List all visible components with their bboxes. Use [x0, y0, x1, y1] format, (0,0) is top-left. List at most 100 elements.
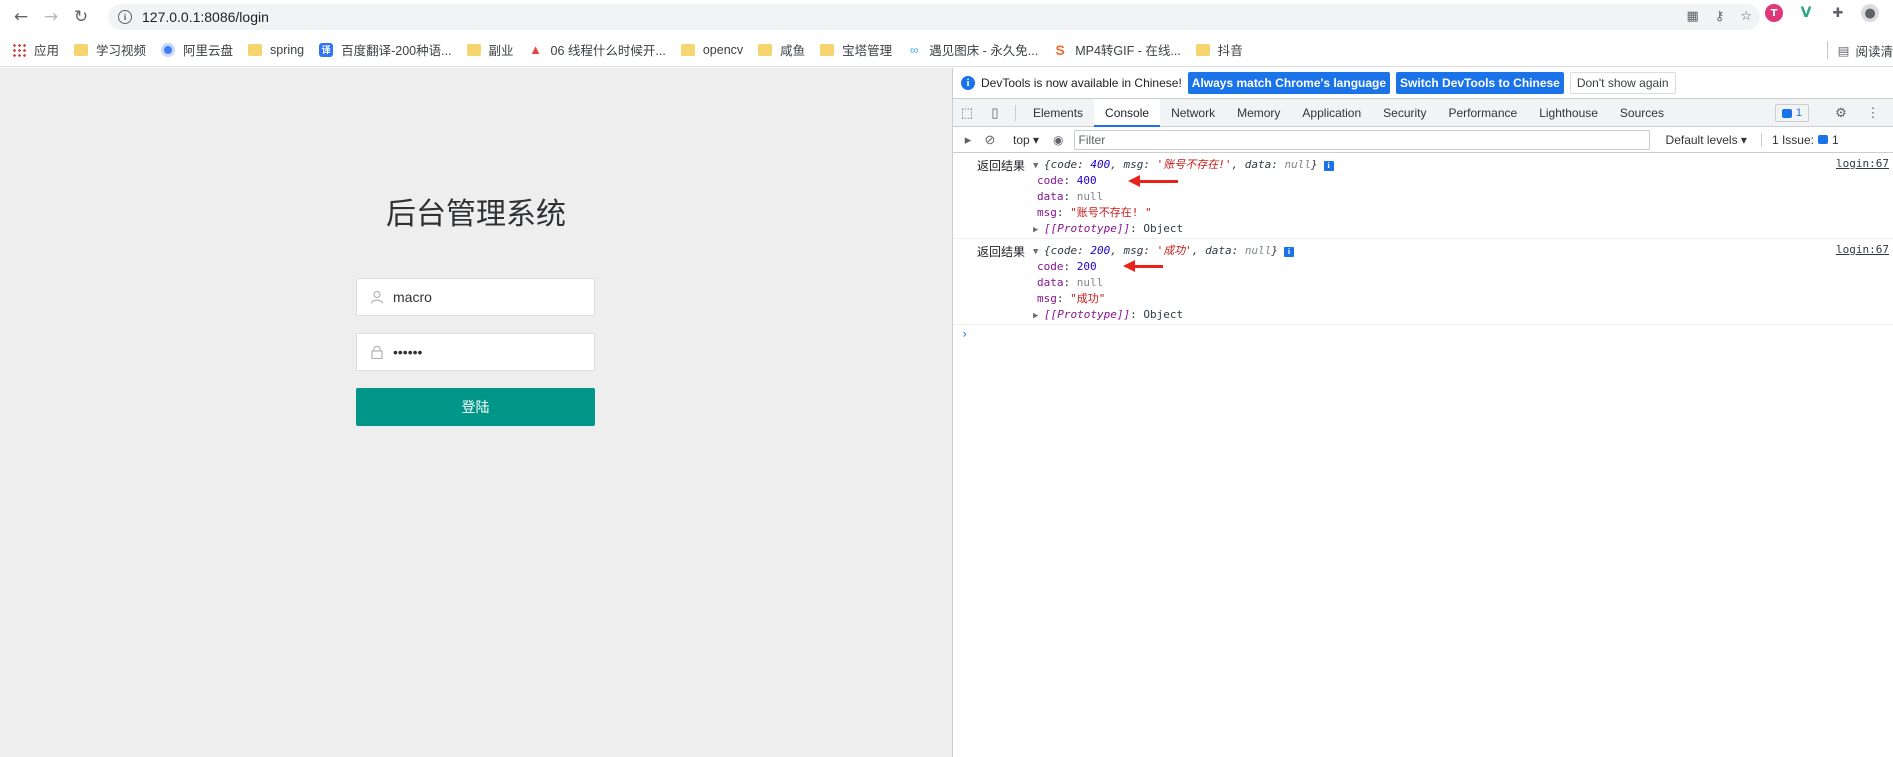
filter-input[interactable]: Filter	[1073, 129, 1650, 150]
bookmark-xianyu[interactable]: 咸鱼	[758, 40, 805, 59]
collapse-triangle-icon[interactable]: ▶	[1033, 222, 1044, 238]
bookmark-baota[interactable]: 宝塔管理	[820, 40, 892, 59]
devtools-panel: i DevTools is now available in Chinese! …	[952, 68, 1893, 757]
eye-icon[interactable]: ◉	[1053, 133, 1063, 147]
levels-dropdown[interactable]: Default levels ▾	[1660, 133, 1753, 147]
devtools-infobar: i DevTools is now available in Chinese! …	[953, 68, 1893, 99]
user-icon	[370, 290, 384, 304]
match-language-button[interactable]: Always match Chrome's language	[1187, 72, 1391, 94]
reading-list[interactable]: ▤ 阅读清	[1816, 33, 1893, 66]
login-button[interactable]: 登陆	[356, 388, 595, 426]
object-summary[interactable]: ▼ {code: 200, msg: '成功', data: null} i	[953, 243, 1893, 259]
bookmark-study-videos[interactable]: 学习视频	[74, 40, 146, 59]
url-text[interactable]: 127.0.0.1:8086/login	[142, 9, 269, 25]
star-icon[interactable]: ☆	[1740, 9, 1752, 24]
bookmark-douyin[interactable]: 抖音	[1195, 40, 1243, 59]
log-label: 返回结果	[977, 159, 1026, 173]
folder-icon	[758, 43, 773, 56]
folder-icon	[680, 43, 695, 56]
sidebar-toggle-icon[interactable]: ▸	[957, 126, 979, 154]
console-prompt[interactable]: ›	[953, 325, 1893, 343]
bookmark-mp4-gif[interactable]: S MP4转GIF - 在线...	[1053, 40, 1181, 59]
prop-data: data: null	[1037, 276, 1104, 289]
clear-console-icon[interactable]: ⊘	[979, 126, 1001, 154]
source-link[interactable]: login:67	[1836, 243, 1889, 256]
tab-sources[interactable]: Sources	[1609, 99, 1675, 127]
site-info-icon[interactable]: i	[118, 10, 132, 24]
bookmark-thread[interactable]: ▲ 06 线程什么时候开...	[529, 40, 666, 59]
console-output: 返回结果 login:67 ▼ {code: 400, msg: '账号不存在!'…	[953, 153, 1893, 343]
key-icon[interactable]: ⚷	[1715, 9, 1725, 24]
tab-console[interactable]: Console	[1094, 98, 1161, 127]
login-page: 后台管理系统 登陆	[0, 68, 952, 757]
info-icon: i	[961, 76, 975, 90]
aliyun-icon	[161, 42, 176, 57]
username-input[interactable]	[393, 289, 583, 305]
tab-application[interactable]: Application	[1291, 99, 1372, 127]
tab-network[interactable]: Network	[1160, 99, 1226, 127]
password-field[interactable]	[356, 333, 595, 371]
bookmark-aliyun[interactable]: 阿里云盘	[161, 40, 233, 59]
prop-prototype[interactable]: ▶ [[Prototype]]: Object	[953, 307, 1893, 323]
prop-code: code: 200	[1037, 260, 1097, 273]
more-options-icon[interactable]: ⋮	[1859, 99, 1887, 127]
dont-show-button[interactable]: Don't show again	[1569, 72, 1676, 94]
tabbar-actions: 1 ⚙ ⋮	[1774, 99, 1893, 127]
tab-lighthouse[interactable]: Lighthouse	[1528, 99, 1609, 127]
folder-icon	[820, 43, 835, 56]
page-title: 后台管理系统	[386, 197, 566, 232]
expand-triangle-icon[interactable]: ▼	[1033, 158, 1044, 174]
omnibox-actions: ▦ ⚷ ☆	[1687, 9, 1752, 24]
folder-icon	[466, 43, 481, 56]
annotation-arrow	[1128, 175, 1178, 187]
bookmark-spring[interactable]: spring	[248, 43, 304, 57]
collapse-triangle-icon[interactable]: ▶	[1033, 308, 1044, 324]
mp4-icon: S	[1055, 41, 1065, 58]
prop-msg: msg: "成功"	[1037, 292, 1106, 305]
password-input[interactable]	[393, 344, 583, 360]
bookmark-baidu-translate[interactable]: 译百度翻译-200种语...	[319, 40, 452, 59]
username-field[interactable]	[356, 278, 595, 316]
back-icon[interactable]: ←	[6, 3, 36, 31]
extension-t-icon[interactable]: T	[1765, 4, 1783, 22]
tab-memory[interactable]: Memory	[1226, 99, 1291, 127]
prop-data: data: null	[1037, 190, 1104, 203]
message-icon	[1781, 108, 1792, 118]
prop-code: code: 400	[1037, 174, 1097, 187]
expand-triangle-icon[interactable]: ▼	[1033, 244, 1044, 260]
forward-icon[interactable]: →	[36, 3, 66, 31]
folder-icon	[248, 43, 263, 56]
info-badge-icon[interactable]: i	[1283, 247, 1294, 257]
bookmark-side-job[interactable]: 副业	[466, 40, 514, 59]
inspect-icon[interactable]: ⬚	[953, 99, 981, 127]
bookmark-image-host[interactable]: ∞ 遇见图床 - 永久免...	[907, 40, 1038, 59]
bookmark-opencv[interactable]: opencv	[680, 43, 743, 57]
source-link[interactable]: login:67	[1836, 157, 1889, 170]
context-select[interactable]: top ▾	[1013, 133, 1039, 147]
qr-code-icon[interactable]: ▦	[1687, 9, 1699, 24]
infobar-text: DevTools is now available in Chinese!	[981, 76, 1182, 90]
puzzle-icon[interactable]: ✚	[1829, 4, 1847, 22]
message-badge[interactable]: 1	[1774, 104, 1809, 122]
settings-icon[interactable]: ⚙	[1827, 99, 1855, 127]
folder-icon	[1195, 43, 1210, 56]
tab-security[interactable]: Security	[1372, 99, 1437, 127]
bookmark-apps[interactable]: 应用	[12, 40, 59, 59]
object-summary[interactable]: ▼ {code: 400, msg: '账号不存在!', data: null} i	[953, 157, 1893, 173]
divider	[1826, 41, 1828, 59]
address-bar[interactable]: i 127.0.0.1:8086/login ▦ ⚷ ☆	[108, 4, 1760, 30]
switch-chinese-button[interactable]: Switch DevTools to Chinese	[1396, 72, 1564, 94]
console-entry: 返回结果 login:67 ▼ {code: 200, msg: '成功', da…	[953, 239, 1893, 325]
folder-icon	[74, 43, 89, 56]
vue-devtools-icon[interactable]: V	[1797, 4, 1815, 22]
issues-button[interactable]: 1 Issue: 1	[1760, 132, 1839, 147]
prop-prototype[interactable]: ▶ [[Prototype]]: Object	[953, 221, 1893, 237]
divider	[1015, 104, 1016, 121]
translate-icon: 译	[319, 42, 334, 57]
tab-elements[interactable]: Elements	[1022, 99, 1094, 127]
profile-icon[interactable]: ●	[1861, 4, 1879, 22]
tab-performance[interactable]: Performance	[1438, 99, 1529, 127]
info-badge-icon[interactable]: i	[1323, 161, 1334, 171]
reload-icon[interactable]: ↻	[66, 3, 96, 31]
device-toggle-icon[interactable]: ▯	[981, 99, 1009, 127]
